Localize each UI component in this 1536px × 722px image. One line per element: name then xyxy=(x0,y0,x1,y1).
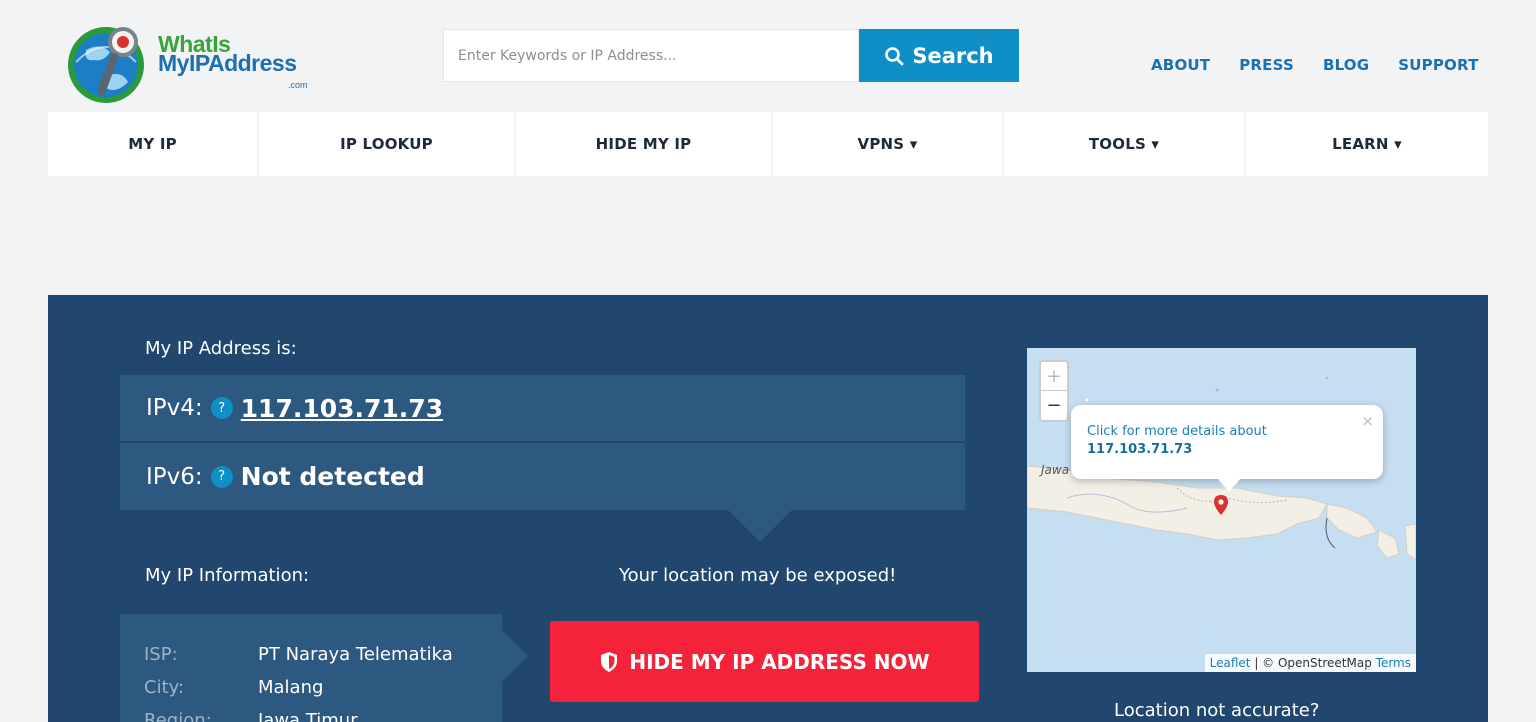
ipv6-label: IPv6: xyxy=(146,463,203,490)
attr-leaflet-link[interactable]: Leaflet xyxy=(1210,656,1251,670)
attr-osm: | © OpenStreetMap xyxy=(1254,656,1372,670)
callout-notch xyxy=(728,510,792,542)
shield-icon xyxy=(601,651,618,672)
main-nav: MY IP IP LOOKUP HIDE MY IP VPNS ▾ TOOLS … xyxy=(48,112,1488,176)
info-value: Jawa Timur xyxy=(258,710,358,722)
logo-wordmark: WhatIs MyIPAddress xyxy=(158,33,297,76)
popup-tip xyxy=(1217,478,1241,492)
ipv4-label: IPv4: xyxy=(146,395,203,421)
nav-learn[interactable]: LEARN ▾ xyxy=(1246,112,1488,176)
info-key: City: xyxy=(144,677,185,698)
ipv6-value: Not detected xyxy=(240,462,425,491)
info-key: ISP: xyxy=(144,644,178,665)
popup-close-icon[interactable]: × xyxy=(1361,412,1374,430)
search-button[interactable]: Search xyxy=(859,29,1019,82)
hide-ip-button[interactable]: HIDE MY IP ADDRESS NOW xyxy=(550,621,979,702)
ipv4-value[interactable]: 117.103.71.73 xyxy=(241,394,443,423)
top-links: ABOUT PRESS BLOG SUPPORT xyxy=(1151,56,1479,74)
location-map[interactable]: Jawa + − × Click for more details about … xyxy=(1027,348,1416,672)
site-logo[interactable]: WhatIs MyIPAddress .com xyxy=(66,22,326,106)
popup-ip-link[interactable]: 117.103.71.73 xyxy=(1087,441,1367,459)
nav-my-ip[interactable]: MY IP xyxy=(48,112,257,176)
help-icon[interactable]: ? xyxy=(210,465,233,488)
logo-line2: MyIPAddress xyxy=(158,50,297,76)
ip-heading: My IP Address is: xyxy=(145,338,297,359)
link-about[interactable]: ABOUT xyxy=(1151,56,1210,74)
nav-ip-lookup[interactable]: IP LOOKUP xyxy=(259,112,514,176)
location-accuracy-question[interactable]: Location not accurate? xyxy=(1114,700,1319,721)
nav-tools[interactable]: TOOLS ▾ xyxy=(1004,112,1244,176)
hide-ip-button-label: HIDE MY IP ADDRESS NOW xyxy=(629,649,930,674)
exposed-warning: Your location may be exposed! xyxy=(619,565,897,586)
info-value: PT Naraya Telematika xyxy=(258,644,453,665)
attr-terms-link[interactable]: Terms xyxy=(1376,656,1411,670)
info-value: Malang xyxy=(258,677,324,698)
map-place-label: Jawa xyxy=(1041,463,1070,477)
info-row-region: Region: Jawa Timur xyxy=(144,704,502,722)
ip-info-heading: My IP Information: xyxy=(145,565,310,586)
info-row-isp: ISP: PT Naraya Telematika xyxy=(144,638,502,671)
ip-info-box: ISP: PT Naraya Telematika City: Malang R… xyxy=(120,614,502,722)
search-button-label: Search xyxy=(912,43,994,68)
link-support[interactable]: SUPPORT xyxy=(1398,56,1478,74)
logo-suffix: .com xyxy=(288,80,308,90)
nav-hide-my-ip[interactable]: HIDE MY IP xyxy=(516,112,771,176)
ip-hero-panel: My IP Address is: IPv4: ? 117.103.71.73 … xyxy=(48,295,1488,722)
map-popup: × Click for more details about 117.103.7… xyxy=(1071,405,1383,479)
info-row-city: City: Malang xyxy=(144,671,502,704)
ipv4-row: IPv4: ? 117.103.71.73 xyxy=(120,375,965,441)
link-press[interactable]: PRESS xyxy=(1239,56,1294,74)
map-marker-icon[interactable] xyxy=(1213,494,1229,516)
info-box-arrow xyxy=(502,630,528,682)
zoom-control: + − xyxy=(1039,360,1069,422)
map-attribution: Leaflet | © OpenStreetMap Terms xyxy=(1204,654,1416,672)
nav-vpns[interactable]: VPNS ▾ xyxy=(773,112,1002,176)
zoom-in-button[interactable]: + xyxy=(1041,362,1067,391)
ipv6-row: IPv6: ? Not detected xyxy=(120,443,965,510)
help-icon[interactable]: ? xyxy=(210,397,233,419)
popup-text[interactable]: Click for more details about xyxy=(1087,423,1367,441)
link-blog[interactable]: BLOG xyxy=(1323,56,1369,74)
zoom-out-button[interactable]: − xyxy=(1041,391,1067,420)
info-key: Region: xyxy=(144,710,212,722)
search-icon xyxy=(885,46,904,65)
globe-magnifier-icon xyxy=(68,27,144,103)
search-input[interactable] xyxy=(443,29,859,82)
